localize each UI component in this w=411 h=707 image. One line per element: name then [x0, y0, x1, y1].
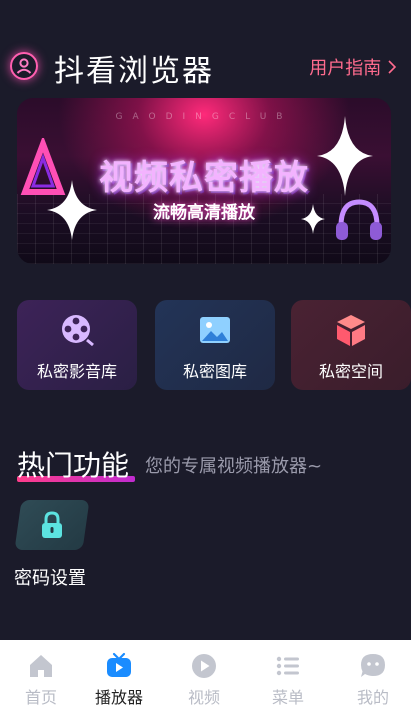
tab-label: 视频 — [187, 688, 220, 707]
lock-icon — [42, 511, 62, 538]
user-circle-icon — [16, 58, 32, 74]
headphones-icon — [336, 199, 382, 240]
tab-label: 播放器 — [94, 688, 143, 707]
quick-card-label: 私密空间 — [318, 362, 383, 381]
promo-banner[interactable]: GAODINGCLUB 视频私密播放 流畅高清播放 — [17, 98, 391, 264]
quick-card-private-gallery[interactable]: 私密图库 — [155, 300, 275, 390]
quick-card-private-media[interactable]: 私密影音库 — [17, 300, 137, 390]
film-reel-icon — [17, 312, 137, 348]
quick-card-private-space[interactable]: 私密空间 — [291, 300, 411, 390]
chat-face-icon — [359, 652, 387, 680]
tab-mine[interactable]: 我的 — [332, 640, 411, 707]
home-icon — [27, 652, 55, 680]
feature-label: 密码设置 — [14, 568, 86, 589]
chevron-right-icon — [387, 58, 397, 79]
app-title: 抖看浏览器 — [54, 54, 214, 89]
tab-video[interactable]: 视频 — [163, 640, 245, 707]
hot-features-subtitle: 您的专属视频播放器~ — [145, 456, 323, 477]
user-guide-link[interactable]: 用户指南 — [309, 54, 397, 80]
play-circle-icon — [190, 652, 218, 680]
cube-icon — [291, 312, 411, 348]
bottom-tab-bar: 首页 播放器 视频 菜单 我的 — [0, 640, 411, 707]
tab-home[interactable]: 首页 — [0, 640, 82, 707]
image-icon — [155, 312, 275, 348]
tab-player[interactable]: 播放器 — [78, 640, 160, 707]
banner-title: 视频私密播放 — [99, 158, 309, 198]
tab-label: 菜单 — [271, 688, 304, 707]
header: 抖看浏览器 用户指南 — [0, 44, 411, 92]
feature-icon-tile — [14, 500, 90, 550]
tab-label: 我的 — [356, 688, 389, 707]
quick-card-label: 私密影音库 — [36, 362, 117, 381]
feature-password-settings[interactable]: 密码设置 — [14, 500, 94, 590]
tab-menu[interactable]: 菜单 — [247, 640, 329, 707]
user-guide-label: 用户指南 — [309, 58, 382, 79]
hot-features-title: 热门功能 — [17, 449, 130, 482]
tab-label: 首页 — [24, 688, 57, 707]
tv-play-icon — [105, 652, 133, 680]
list-icon — [274, 652, 302, 680]
profile-button[interactable] — [10, 52, 38, 80]
quick-actions: 私密影音库 私密图库 私密空间 — [0, 300, 411, 390]
quick-card-label: 私密图库 — [182, 362, 247, 381]
